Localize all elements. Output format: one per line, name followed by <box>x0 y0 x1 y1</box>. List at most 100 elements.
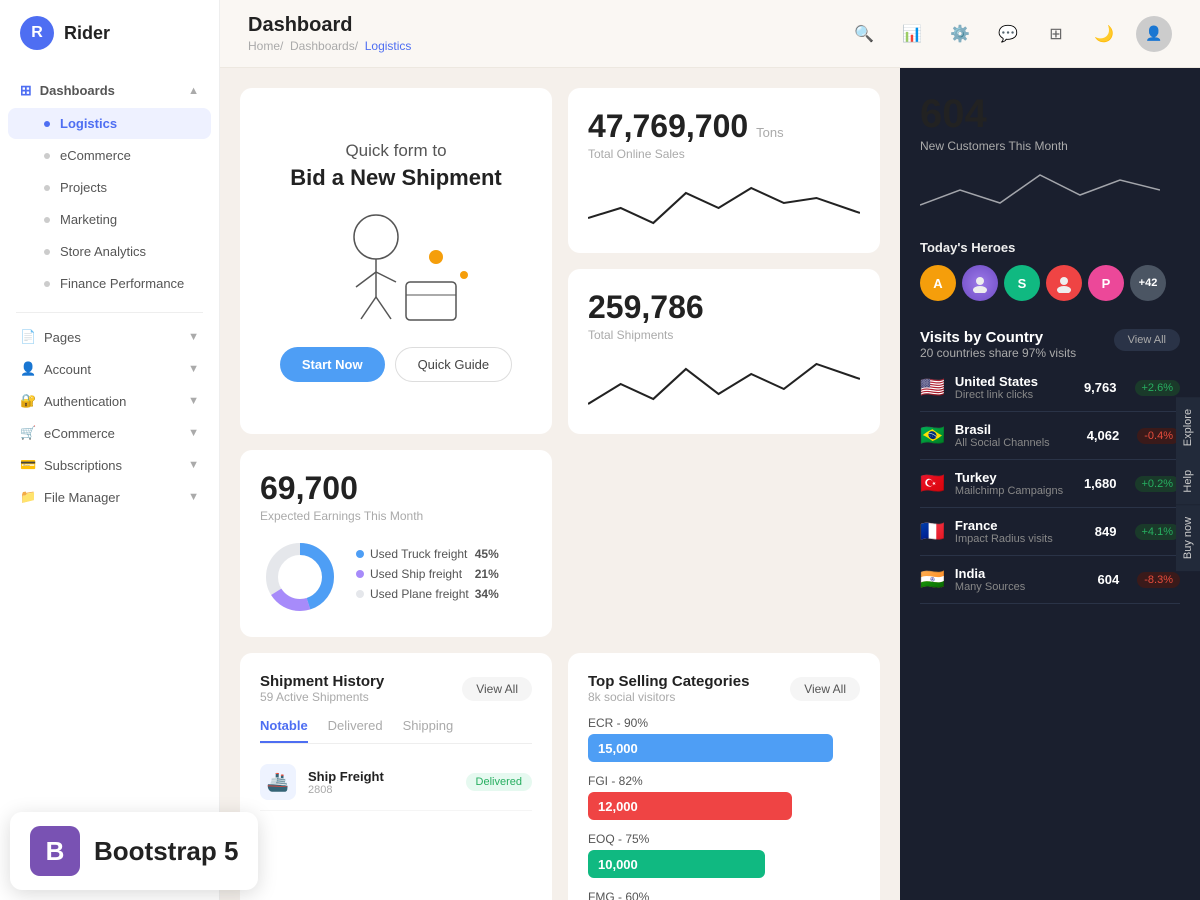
tab-delivered[interactable]: Delivered <box>328 718 383 743</box>
quick-guide-button[interactable]: Quick Guide <box>395 347 513 382</box>
start-now-button[interactable]: Start Now <box>280 347 385 382</box>
country-visits: 1,680 <box>1084 476 1117 491</box>
donut-chart <box>260 537 340 617</box>
ship-name: Ship Freight <box>308 769 454 784</box>
dashboards-header[interactable]: ⊞ Dashboards ▲ <box>0 74 219 107</box>
country-list: 🇺🇸 United States Direct link clicks 9,76… <box>920 364 1180 604</box>
bar-label: FGI - 82% <box>588 774 860 788</box>
ship-pct: 21% <box>475 567 499 581</box>
country-name: India <box>955 566 1088 581</box>
flag-icon: 🇫🇷 <box>920 519 945 544</box>
earnings-label: Expected Earnings This Month <box>260 509 532 523</box>
explore-tab[interactable]: Explore <box>1176 397 1200 458</box>
country-view-all-button[interactable]: View All <box>1114 329 1180 351</box>
ship-dot <box>356 570 364 578</box>
country-name: Brasil <box>955 422 1077 437</box>
country-visits: 9,763 <box>1084 380 1117 395</box>
dashboards-title: ⊞ Dashboards <box>20 82 115 99</box>
side-tabs: Explore Help Buy now <box>1176 397 1200 571</box>
theme-toggle-icon[interactable]: 🌙 <box>1088 18 1120 50</box>
bootstrap-icon: B <box>30 826 80 876</box>
help-tab[interactable]: Help <box>1176 458 1200 505</box>
flag-icon: 🇮🇳 <box>920 567 945 592</box>
sidebar-item-marketing[interactable]: Marketing <box>8 204 211 235</box>
country-name: United States <box>955 374 1074 389</box>
heroes-section: Today's Heroes A S P +42 <box>920 240 1180 301</box>
sidebar-item-account[interactable]: 👤 Account ▼ <box>0 353 219 385</box>
hero-title: Quick form to <box>345 141 446 161</box>
header-right: 🔍 📊 ⚙️ 💬 ⊞ 🌙 👤 <box>848 16 1172 52</box>
chevron-down-icon: ▼ <box>188 395 199 407</box>
flag-icon: 🇺🇸 <box>920 375 945 400</box>
category-bar-item: FMG - 60% 8,000 <box>588 890 860 900</box>
sidebar-item-projects[interactable]: Projects <box>8 172 211 203</box>
bar-label: EOQ - 75% <box>588 832 860 846</box>
chevron-up-icon: ▲ <box>188 85 199 97</box>
online-sales-number: 47,769,700 <box>588 108 748 145</box>
flag-icon: 🇹🇷 <box>920 471 945 496</box>
sidebar-item-authentication[interactable]: 🔐 Authentication ▼ <box>0 385 219 417</box>
country-item: 🇮🇳 India Many Sources 604 -8.3% <box>920 556 1180 604</box>
sidebar-item-ecommerce-nav[interactable]: 🛒 eCommerce ▼ <box>0 417 219 449</box>
bar-track: 15,000 <box>588 734 833 762</box>
country-item: 🇺🇸 United States Direct link clicks 9,76… <box>920 364 1180 412</box>
ship-freight-icon: 🚢 <box>260 764 296 800</box>
dot-icon <box>44 281 50 287</box>
country-name: France <box>955 518 1085 533</box>
categories-title: Top Selling Categories <box>588 673 749 690</box>
settings-icon[interactable]: ⚙️ <box>944 18 976 50</box>
grid-view-icon[interactable]: ⊞ <box>1040 18 1072 50</box>
grid-icon: ⊞ <box>20 82 32 99</box>
hero-card: Quick form to Bid a New Shipment <box>240 88 552 434</box>
search-icon[interactable]: 🔍 <box>848 18 880 50</box>
new-customers-number: 604 <box>920 92 1180 137</box>
sidebar-item-ecommerce[interactable]: eCommerce <box>8 140 211 171</box>
categories-view-all-button[interactable]: View All <box>790 677 860 701</box>
shipment-view-all-button[interactable]: View All <box>462 677 532 701</box>
sidebar-item-store-analytics[interactable]: Store Analytics <box>8 236 211 267</box>
main-content: Dashboard Home/ Dashboards/ Logistics 🔍 … <box>220 0 1200 900</box>
category-bar-item: EOQ - 75% 10,000 <box>588 832 860 878</box>
file-icon: 📁 <box>20 489 36 505</box>
plane-dot <box>356 590 364 598</box>
country-change: +0.2% <box>1135 476 1181 492</box>
chevron-down-icon: ▼ <box>188 427 199 439</box>
dot-icon <box>44 153 50 159</box>
plane-label: Used Plane freight <box>370 587 469 601</box>
tab-notable[interactable]: Notable <box>260 718 308 743</box>
sidebar-item-pages[interactable]: 📄 Pages ▼ <box>0 321 219 353</box>
ship-label: Used Ship freight <box>370 567 469 581</box>
country-section-subtitle: 20 countries share 97% visits <box>920 346 1076 360</box>
dot-icon <box>44 217 50 223</box>
right-panel: 604 New Customers This Month Today's Her… <box>900 68 1200 900</box>
logo-icon: R <box>20 16 54 50</box>
avatar[interactable]: 👤 <box>1136 16 1172 52</box>
earnings-card: 69,700 Expected Earnings This Month <box>240 450 552 637</box>
page-title: Dashboard <box>248 14 411 37</box>
account-icon: 👤 <box>20 361 36 377</box>
chevron-down-icon: ▼ <box>188 459 199 471</box>
auth-icon: 🔐 <box>20 393 36 409</box>
chat-icon[interactable]: 💬 <box>992 18 1024 50</box>
country-change: -0.4% <box>1137 428 1180 444</box>
ship-status-badge: Delivered <box>466 773 532 791</box>
online-sales-unit: Tons <box>756 125 783 140</box>
sidebar-item-finance[interactable]: Finance Performance <box>8 268 211 299</box>
subscriptions-icon: 💳 <box>20 457 36 473</box>
tab-shipping[interactable]: Shipping <box>403 718 454 743</box>
main-grid: Quick form to Bid a New Shipment <box>220 68 900 900</box>
analytics-icon[interactable]: 📊 <box>896 18 928 50</box>
truck-pct: 45% <box>475 547 499 561</box>
buy-now-tab[interactable]: Buy now <box>1176 505 1200 571</box>
shipment-item: 🚢 Ship Freight 2808 Delivered <box>260 754 532 811</box>
sidebar-item-logistics[interactable]: Logistics <box>8 108 211 139</box>
visits-by-country-section: Visits by Country 20 countries share 97%… <box>900 329 1200 624</box>
country-change: +2.6% <box>1135 380 1181 396</box>
sidebar-item-file-manager[interactable]: 📁 File Manager ▼ <box>0 481 219 513</box>
shipments-card: 259,786 Total Shipments <box>568 269 880 434</box>
right-stats-column: 47,769,700 Tons Total Online Sales 259,7… <box>568 88 880 434</box>
avatar-2 <box>962 265 998 301</box>
ship-id: 2808 <box>308 784 454 796</box>
new-customers-chart <box>920 165 1180 220</box>
sidebar-item-subscriptions[interactable]: 💳 Subscriptions ▼ <box>0 449 219 481</box>
